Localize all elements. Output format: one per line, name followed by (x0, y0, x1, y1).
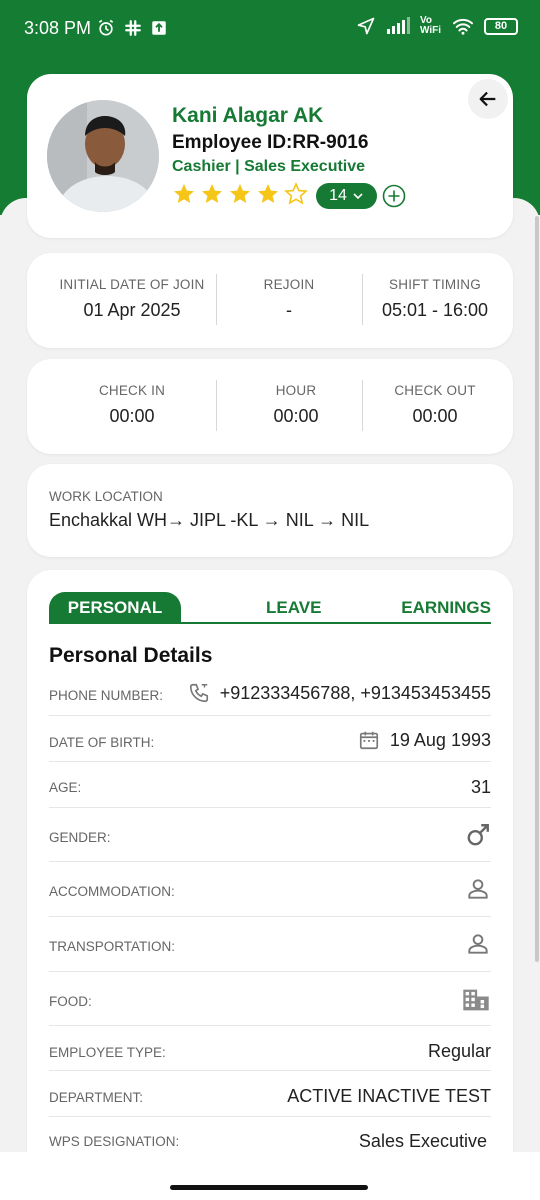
check-out-value: 00:00 (412, 406, 458, 426)
wifi-icon (453, 18, 473, 35)
rating-count: 14 (329, 187, 347, 204)
employee-name: Kani Alagar AK (172, 104, 324, 127)
detail-row-age: AGE: 31 (49, 762, 491, 808)
calendar-icon (359, 731, 378, 750)
age-label: AGE: (49, 780, 82, 795)
person-icon (468, 879, 488, 899)
food-value (461, 986, 491, 1014)
rejoin-label: REJOIN (263, 277, 315, 292)
dob-value-wrap: 19 Aug 1993 (358, 729, 491, 751)
phone-value-wrap[interactable]: +912333456788, +913453453455 (188, 682, 491, 704)
hour-value: 00:00 (273, 406, 319, 426)
work-location-value: Enchakkal WH→ JIPL -KL → NIL → NIL (49, 510, 370, 530)
tab-personal[interactable]: PERSONAL (49, 592, 181, 624)
phone-value: +912333456788, +913453453455 (219, 682, 491, 703)
check-out-label: CHECK OUT (394, 383, 476, 398)
join-date-col: INITIAL DATE OF JOIN 01 Apr 2025 (27, 277, 237, 321)
upload-icon (152, 21, 166, 35)
slack-icon (125, 20, 141, 36)
battery-icon: 80 (484, 17, 518, 35)
work-location-label: WORK LOCATION (49, 489, 163, 504)
details-card: PERSONAL LEAVE EARNINGS Personal Details… (27, 570, 513, 1170)
food-label: FOOD: (49, 994, 92, 1009)
gender-label: GENDER: (49, 830, 111, 845)
hour-col: HOUR 00:00 (216, 383, 376, 427)
signal-icon (387, 17, 410, 34)
rejoin-value: - (286, 300, 292, 320)
alarm-icon (98, 19, 114, 36)
age-value: 31 (470, 777, 491, 797)
hour-label: HOUR (275, 383, 317, 398)
status-system-icons: Vo WiFi 80 (356, 16, 518, 36)
department-label: DEPARTMENT: (49, 1090, 144, 1105)
star-empty-icon[interactable] (284, 182, 308, 206)
status-time: 3:08 PM (24, 18, 92, 38)
back-button[interactable] (468, 79, 508, 119)
building-icon (463, 989, 489, 1011)
avatar[interactable] (47, 100, 159, 212)
avatar-photo (47, 100, 159, 212)
shift-timing-label: SHIFT TIMING (389, 277, 481, 292)
check-out-col: CHECK OUT 00:00 (362, 383, 508, 427)
employee-type-value: Regular (427, 1041, 491, 1061)
section-title: Personal Details (49, 644, 213, 667)
vowifi-label: Vo WiFi (420, 15, 442, 36)
phone-label: PHONE NUMBER: (49, 688, 164, 703)
accommodation-value (465, 876, 491, 902)
wps-designation-label: WPS DESIGNATION: (49, 1134, 180, 1149)
work-location-card: WORK LOCATION Enchakkal WH→ JIPL -KL → N… (27, 464, 513, 557)
arrow-left-icon (479, 91, 496, 107)
status-notification-icons (96, 18, 168, 38)
detail-row-dob: DATE OF BIRTH: 19 Aug 1993 (49, 716, 491, 762)
tab-leave[interactable]: LEAVE (266, 592, 321, 624)
accommodation-label: ACCOMMODATION: (49, 884, 175, 899)
detail-row-department: DEPARTMENT: ACTIVE INACTIVE TEST (49, 1071, 491, 1117)
detail-row-transportation: TRANSPORTATION: (49, 917, 491, 972)
shift-timing-value: 05:01 - 16:00 (381, 300, 489, 320)
check-in-label: CHECK IN (98, 383, 166, 398)
check-in-value: 00:00 (109, 406, 155, 426)
status-bar: 3:08 PM Vo WiFi 80 (0, 0, 540, 60)
location-icon (357, 17, 375, 35)
join-date-value: 01 Apr 2025 (83, 300, 181, 320)
employee-type-label: EMPLOYEE TYPE: (49, 1045, 166, 1060)
chevron-down-icon (353, 193, 363, 200)
employee-role: Cashier | Sales Executive (172, 158, 366, 175)
transportation-label: TRANSPORTATION: (49, 939, 176, 954)
department-value: ACTIVE INACTIVE TEST (287, 1086, 491, 1106)
detail-row-gender: GENDER: (49, 808, 491, 862)
star-filled-icon[interactable] (172, 182, 196, 206)
join-info-card: INITIAL DATE OF JOIN 01 Apr 2025 REJOIN … (27, 253, 513, 348)
scrollbar[interactable] (535, 216, 539, 962)
rejoin-col: REJOIN - (216, 277, 362, 321)
profile-card: Kani Alagar AK Employee ID:RR-9016 Cashi… (27, 74, 513, 238)
gender-value (465, 822, 491, 848)
employee-id: Employee ID:RR-9016 (172, 132, 369, 153)
rating-stars[interactable] (172, 182, 308, 206)
person-icon (468, 934, 488, 954)
detail-row-employee-type: EMPLOYEE TYPE: Regular (49, 1026, 491, 1071)
attendance-card: CHECK IN 00:00 HOUR 00:00 CHECK OUT 00:0… (27, 359, 513, 454)
transportation-value (465, 931, 491, 957)
tab-bar: PERSONAL LEAVE EARNINGS (49, 592, 491, 624)
detail-row-food: FOOD: (49, 972, 491, 1026)
dob-value: 19 Aug 1993 (389, 729, 491, 750)
join-date-label: INITIAL DATE OF JOIN (59, 277, 205, 292)
check-in-col: CHECK IN 00:00 (27, 383, 237, 427)
phone-icon (189, 683, 208, 703)
star-filled-icon[interactable] (200, 182, 224, 206)
male-icon (467, 824, 489, 846)
shift-timing-col: SHIFT TIMING 05:01 - 16:00 (362, 277, 508, 321)
system-nav-bar (0, 1152, 540, 1200)
star-filled-icon[interactable] (256, 182, 280, 206)
star-filled-icon[interactable] (228, 182, 252, 206)
tab-earnings[interactable]: EARNINGS (401, 592, 491, 624)
rating-count-dropdown[interactable]: 14 (316, 183, 377, 209)
dob-label: DATE OF BIRTH: (49, 735, 155, 750)
detail-row-accommodation: ACCOMMODATION: (49, 862, 491, 917)
wps-designation-value: Sales Executive (358, 1131, 487, 1151)
detail-row-phone: PHONE NUMBER: +912333456788, +9134534534… (49, 674, 491, 716)
home-indicator[interactable] (170, 1185, 368, 1190)
add-rating-button[interactable] (382, 184, 406, 208)
